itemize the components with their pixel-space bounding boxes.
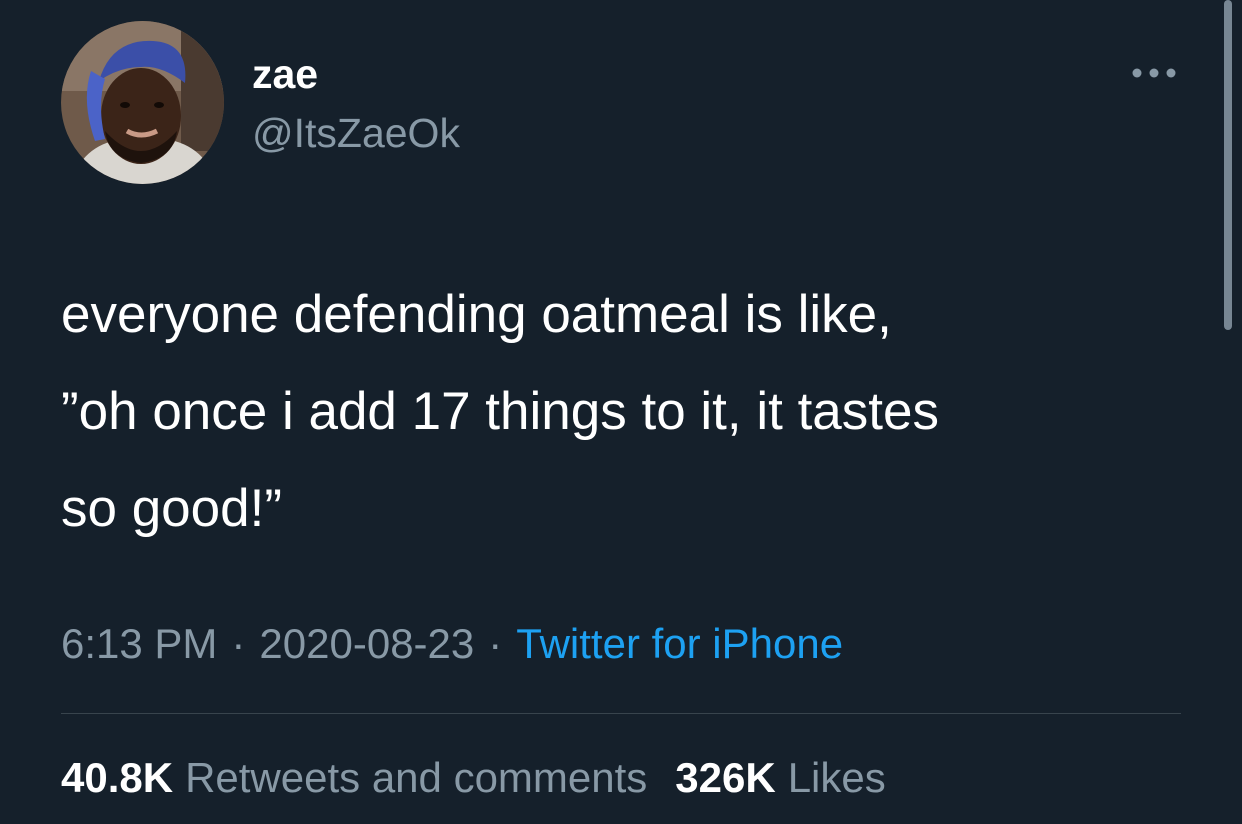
avatar[interactable] [61, 21, 224, 184]
scrollbar[interactable] [1224, 0, 1232, 330]
tweet-source-link[interactable]: Twitter for iPhone [516, 620, 843, 667]
more-horizontal-icon [1132, 68, 1176, 78]
likes-count: 326K [675, 754, 776, 801]
meta-separator: · [231, 620, 246, 667]
more-options-button[interactable] [1126, 56, 1182, 90]
author-display-name[interactable]: zae [252, 50, 318, 98]
tweet-text-line: everyone defending oatmeal is like, [61, 285, 892, 344]
tweet-text-line: so good!” [61, 479, 282, 538]
tweet-text-line: ”oh once i add 17 things to it, it taste… [61, 382, 939, 441]
retweets-label: Retweets and comments [185, 754, 648, 801]
likes-label: Likes [787, 754, 886, 801]
tweet-time[interactable]: 6:13 PM [61, 620, 217, 667]
tweet-detail: zae @ItsZaeOk everyone defending oatmeal… [0, 0, 1242, 824]
tweet-text: everyone defending oatmeal is like, ”oh … [61, 266, 1181, 557]
profile-photo-icon [61, 21, 224, 184]
meta-separator: · [488, 620, 503, 667]
author-handle[interactable]: @ItsZaeOk [252, 109, 460, 157]
retweets-count: 40.8K [61, 754, 174, 801]
divider [61, 713, 1181, 714]
tweet-metadata: 6:13 PM · 2020-08-23 · Twitter for iPhone [61, 618, 843, 670]
tweet-stats: 40.8K Retweets and comments 326K Likes [61, 752, 914, 804]
likes-stat[interactable]: 326K Likes [675, 752, 885, 804]
retweets-stat[interactable]: 40.8K Retweets and comments [61, 752, 647, 804]
tweet-date[interactable]: 2020-08-23 [259, 620, 474, 667]
